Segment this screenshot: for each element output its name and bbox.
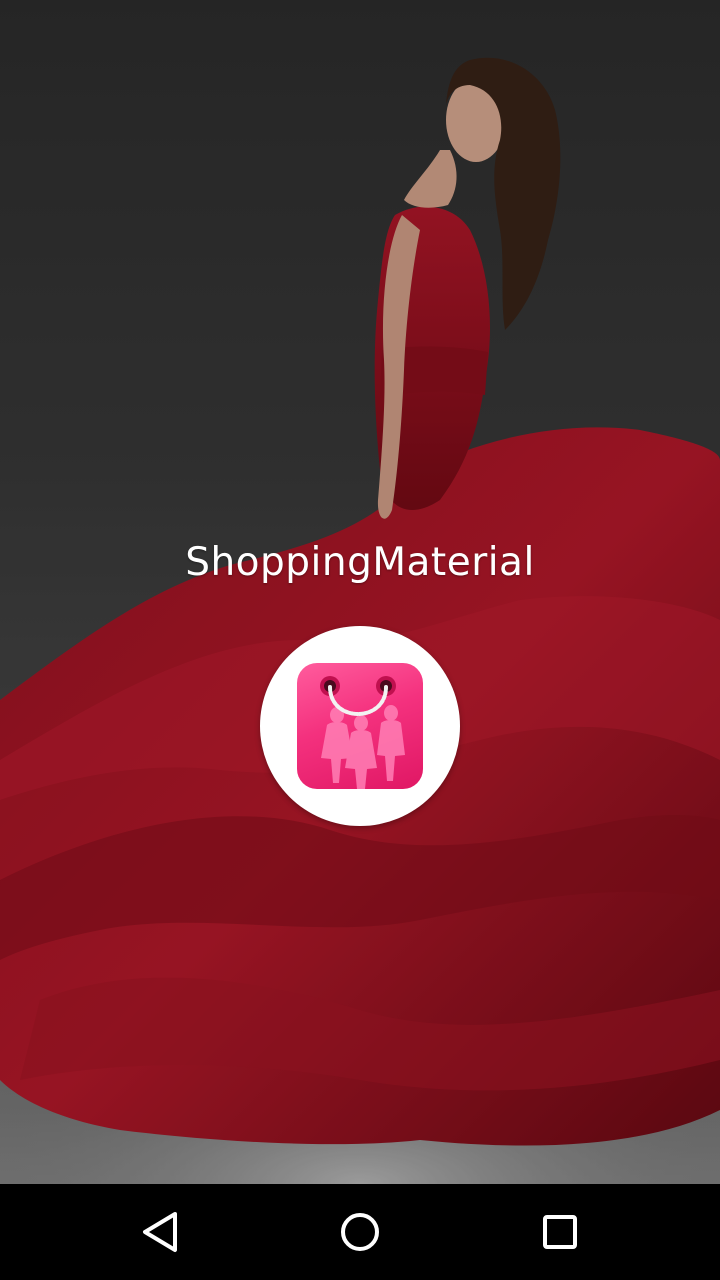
recents-square-icon[interactable] bbox=[530, 1202, 590, 1262]
background-photo bbox=[0, 0, 720, 1184]
photo-dim-overlay bbox=[0, 0, 720, 1184]
system-navigation-bar bbox=[0, 1184, 720, 1280]
app-logo bbox=[260, 626, 460, 826]
splash-screen: ShoppingMaterial bbox=[0, 0, 720, 1280]
app-title: ShoppingMaterial bbox=[185, 540, 535, 585]
back-triangle-icon[interactable] bbox=[130, 1202, 190, 1262]
shopping-bag-icon bbox=[297, 663, 423, 789]
home-circle-icon[interactable] bbox=[330, 1202, 390, 1262]
